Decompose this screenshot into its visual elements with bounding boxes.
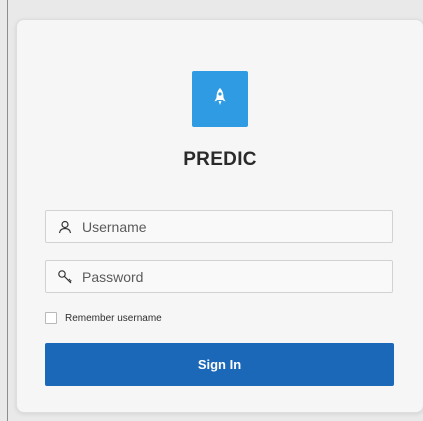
app-logo [192,71,248,127]
password-field[interactable] [45,260,393,293]
remember-label[interactable]: Remember username [65,313,162,324]
app-title: PREDIC [183,149,257,170]
rocket-icon [209,86,231,113]
sign-in-button[interactable]: Sign In [45,343,394,386]
password-input[interactable] [82,268,382,285]
username-field[interactable] [45,210,393,243]
username-input[interactable] [82,218,382,235]
user-icon [57,219,73,235]
page-background: PREDIC Remember username Si [0,0,423,421]
login-card: PREDIC Remember username Si [16,19,423,413]
key-icon [57,269,73,285]
window-edge [7,0,8,421]
remember-checkbox[interactable] [45,312,57,324]
remember-username[interactable]: Remember username [45,312,162,324]
